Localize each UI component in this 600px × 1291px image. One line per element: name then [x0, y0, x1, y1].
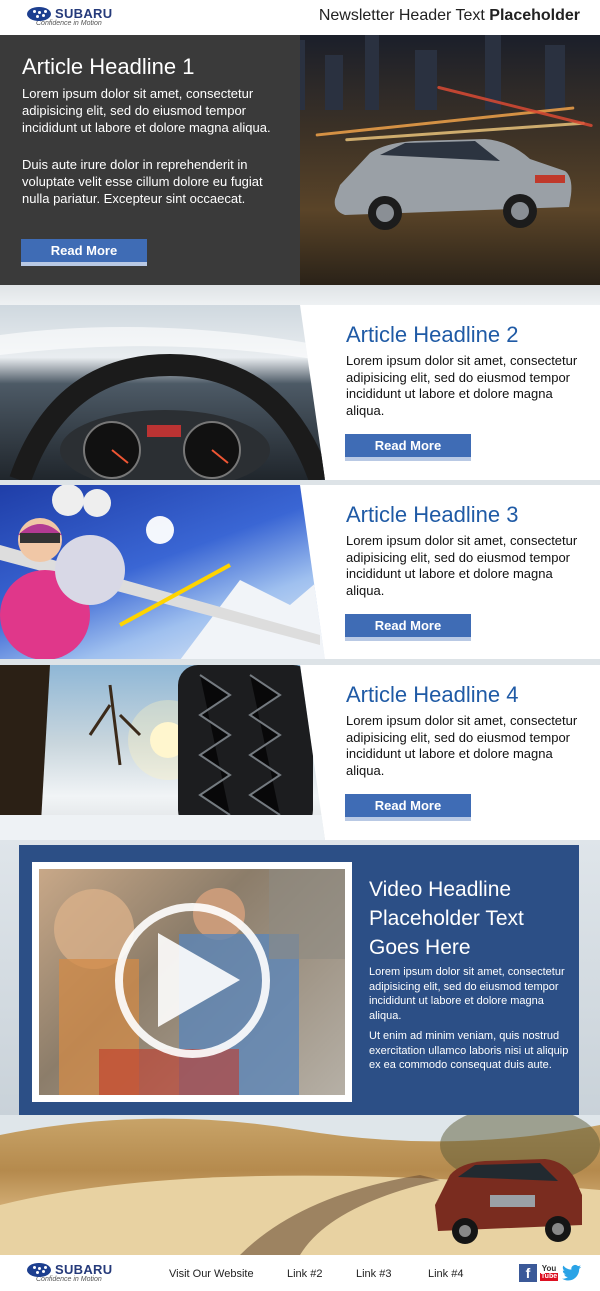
video-paragraph-2: Ut enim ad minim veniam, quis nostrud ex… — [369, 1030, 569, 1071]
youtube-icon-top: You — [541, 1264, 557, 1273]
header: SUBARU Confidence in Motion Newsletter H… — [0, 0, 600, 35]
article-3-image — [0, 485, 325, 660]
hero-article: Article Headline 1 Lorem ipsum dolor sit… — [0, 35, 600, 285]
youtube-icon-bottom: Tube — [539, 1273, 559, 1281]
subaru-logo[interactable]: SUBARU Confidence in Motion — [27, 6, 112, 27]
header-title-regular: Newsletter Header Text — [318, 7, 490, 24]
suv-illustration — [435, 1159, 582, 1244]
footer-logo-wordmark: SUBARU — [55, 1262, 113, 1277]
article-2-read-more-button[interactable]: Read More — [345, 434, 471, 461]
logo-wordmark: SUBARU — [55, 6, 113, 21]
article-4-body: Lorem ipsum dolor sit amet, consectetur … — [346, 713, 578, 778]
facebook-icon[interactable]: f — [519, 1264, 537, 1282]
footer-link-3[interactable]: Link #3 — [356, 1268, 391, 1280]
header-title-bold: Placeholder — [489, 7, 580, 24]
article-row-4: Article Headline 4 Lorem ipsum dolor sit… — [0, 665, 600, 840]
video-paragraph-1: Lorem ipsum dolor sit amet, consectetur … — [369, 966, 565, 1022]
footer-link-4[interactable]: Link #4 — [428, 1268, 463, 1280]
twitter-icon[interactable] — [562, 1264, 582, 1282]
article-3-read-more-button[interactable]: Read More — [345, 614, 471, 641]
hero-headline[interactable]: Article Headline 1 — [22, 54, 194, 80]
newsletter-page: SUBARU Confidence in Motion Newsletter H… — [0, 0, 600, 1291]
article-row-3: Article Headline 3 Lorem ipsum dolor sit… — [0, 485, 600, 660]
footer-link-website[interactable]: Visit Our Website — [169, 1268, 254, 1280]
article-4-headline[interactable]: Article Headline 4 — [346, 682, 518, 708]
divider-band — [0, 285, 600, 305]
sedan-illustration — [334, 139, 572, 230]
footer-link-2[interactable]: Link #2 — [287, 1268, 322, 1280]
footer-logo-tagline: Confidence in Motion — [36, 1276, 102, 1283]
footer-subaru-logo[interactable]: SUBARU Confidence in Motion — [27, 1262, 112, 1283]
subaru-stars-icon — [27, 1262, 51, 1277]
subaru-stars-icon — [27, 6, 51, 21]
article-2-body: Lorem ipsum dolor sit amet, consectetur … — [346, 353, 578, 418]
article-2-headline[interactable]: Article Headline 2 — [346, 322, 518, 348]
article-4-image — [0, 665, 325, 840]
hero-paragraph-2: Duis aute irure dolor in reprehenderit i… — [22, 157, 263, 206]
logo-tagline: Confidence in Motion — [36, 20, 102, 27]
youtube-icon[interactable]: You Tube — [539, 1264, 559, 1282]
play-icon[interactable] — [158, 933, 240, 1027]
article-2-image — [0, 305, 325, 480]
hero-paragraph-1: Lorem ipsum dolor sit amet, consectetur … — [22, 86, 271, 135]
landscape-suv-banner — [0, 1115, 600, 1255]
article-3-headline[interactable]: Article Headline 3 — [346, 502, 518, 528]
video-headline[interactable]: Video Headline Placeholder Text Goes Her… — [369, 875, 569, 962]
hero-read-more-button[interactable]: Read More — [21, 239, 147, 266]
hero-car-photo — [285, 35, 600, 285]
article-row-2: Article Headline 2 Lorem ipsum dolor sit… — [0, 305, 600, 480]
header-title: Newsletter Header Text Placeholder — [319, 7, 580, 25]
article-4-read-more-button[interactable]: Read More — [345, 794, 471, 821]
article-3-body: Lorem ipsum dolor sit amet, consectetur … — [346, 533, 578, 598]
